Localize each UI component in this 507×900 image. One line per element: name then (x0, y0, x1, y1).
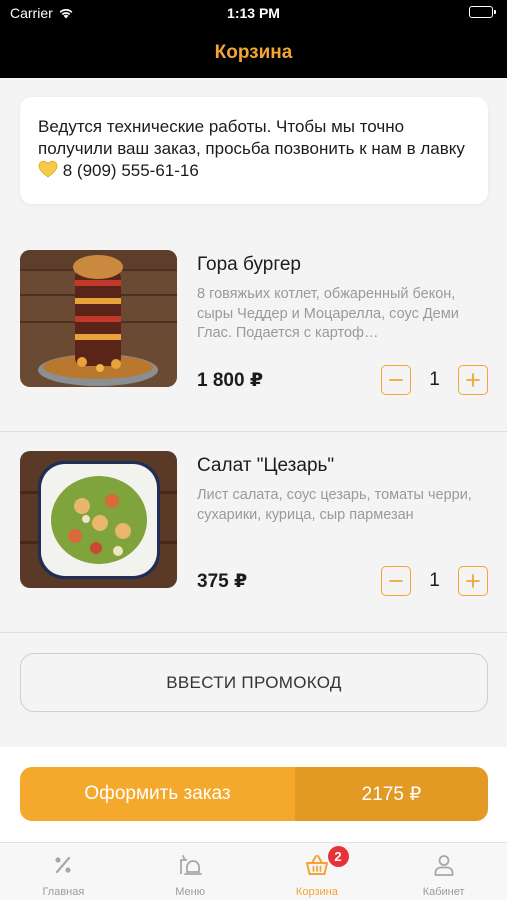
maintenance-notice: Ведутся технические работы. Чтобы мы точ… (20, 97, 488, 204)
salad-photo[interactable] (20, 451, 177, 588)
tab-bar: Главная Меню 2 Корзина Кабинет (0, 842, 507, 900)
menu-icon (180, 855, 203, 875)
cart-item: Гора бургер 8 говяжьих котлет, обжаренны… (0, 232, 507, 432)
tab-cart[interactable]: 2 Корзина (254, 843, 381, 900)
nav-bar: Корзина (0, 28, 507, 78)
cart-count-badge: 2 (327, 846, 349, 867)
user-icon (434, 855, 454, 876)
checkout-button[interactable]: Оформить заказ 2175 ₽ (20, 767, 488, 821)
tab-cart-label: Корзина (295, 886, 338, 898)
item-description: 8 говяжьих котлет, обжаренный бекон, сыр… (197, 286, 459, 341)
increase-quantity-button[interactable] (458, 566, 488, 596)
notice-text: Ведутся технические работы. Чтобы мы точ… (38, 117, 465, 158)
basket-icon (305, 855, 328, 875)
quantity-value: 1 (429, 570, 440, 591)
plus-icon (466, 373, 480, 387)
tab-home[interactable]: Главная (0, 843, 127, 900)
percent-icon (55, 856, 71, 874)
promo-code-button[interactable]: ВВЕСТИ ПРОМОКОД (20, 653, 488, 712)
battery-icon (469, 6, 496, 18)
item-name: Салат "Цезарь" (197, 455, 335, 476)
tab-menu[interactable]: Меню (127, 843, 254, 900)
quantity-value: 1 (429, 369, 440, 390)
page-title: Корзина (214, 42, 293, 63)
minus-icon (389, 379, 403, 381)
status-bar: Carrier 1:13 PM (0, 0, 507, 28)
minus-icon (389, 580, 403, 582)
item-name: Гора бургер (197, 254, 301, 275)
checkout-label: Оформить заказ (20, 767, 295, 821)
decrease-quantity-button[interactable] (381, 566, 411, 596)
tab-account-label: Кабинет (422, 886, 465, 898)
clock: 1:13 PM (227, 5, 280, 21)
promo-code-label: ВВЕСТИ ПРОМОКОД (166, 672, 342, 692)
tab-home-label: Главная (42, 886, 85, 898)
tab-menu-label: Меню (175, 886, 205, 898)
checkout-area: Оформить заказ 2175 ₽ (0, 747, 507, 842)
decrease-quantity-button[interactable] (381, 365, 411, 395)
notice-phone[interactable]: 8 (909) 555-61-16 (63, 161, 199, 180)
increase-quantity-button[interactable] (458, 365, 488, 395)
order-total: 2175 ₽ (295, 767, 488, 821)
item-description: Лист салата, соус цезарь, томаты черри, … (197, 487, 472, 523)
yellow-heart-icon (38, 160, 58, 178)
item-price: 375 ₽ (197, 571, 248, 592)
burger-photo[interactable] (20, 250, 177, 387)
plus-icon (466, 574, 480, 588)
item-price: 1 800 ₽ (197, 370, 264, 391)
cart-item: Салат "Цезарь" Лист салата, соус цезарь,… (0, 433, 507, 633)
tab-account[interactable]: Кабинет (380, 843, 507, 900)
